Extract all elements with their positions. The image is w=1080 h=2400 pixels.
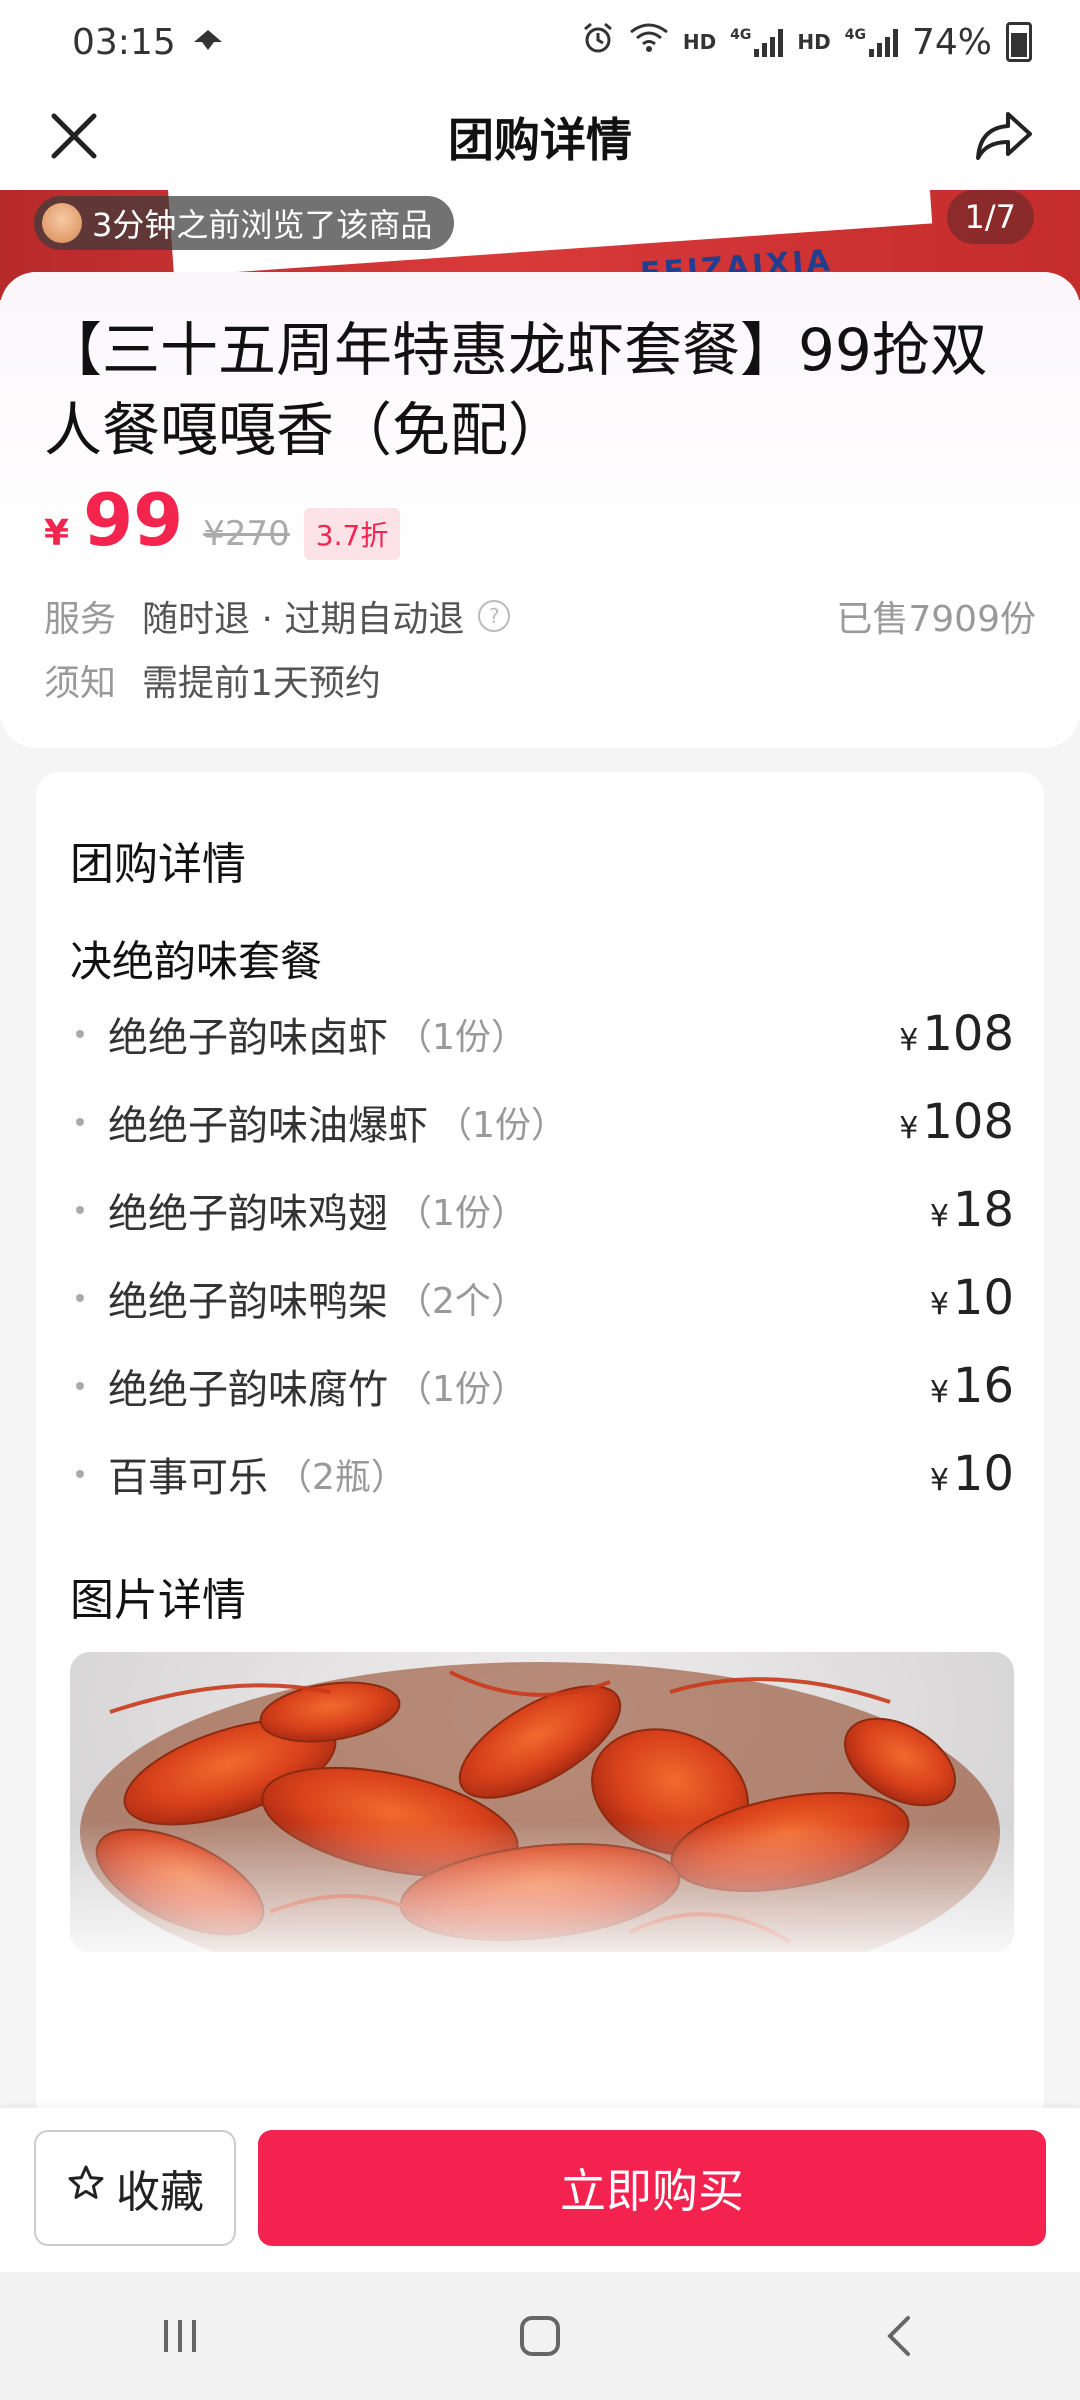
network-label-1: HD xyxy=(682,30,717,54)
list-item: 绝绝子韵味鸭架 （2个） ¥10 xyxy=(70,1268,1014,1328)
package-title: 决绝韵味套餐 xyxy=(70,937,323,986)
product-title: 【三十五周年特惠龙虾套餐】99抢双人餐嘎嘎香（免配） xyxy=(44,316,988,464)
bullet xyxy=(76,1030,84,1038)
item-qty: （2瓶） xyxy=(276,1457,407,1498)
price-row: ¥ 99 ¥270 3.7折 xyxy=(44,478,401,562)
favorite-button[interactable]: 收藏 xyxy=(34,2130,236,2246)
star-icon xyxy=(66,2163,106,2214)
photo-section-title: 图片详情 xyxy=(70,1575,246,1626)
service-row[interactable]: 服务 随时退 · 过期自动退 ? 已售7909份 xyxy=(44,590,1036,642)
wifi-icon xyxy=(629,22,669,63)
item-qty: （2个） xyxy=(396,1281,527,1322)
item-name: 绝绝子韵味卤虾 xyxy=(108,1015,388,1061)
product-info-card: 【三十五周年特惠龙虾套餐】99抢双人餐嘎嘎香（免配） ¥ 99 ¥270 3.7… xyxy=(0,272,1080,748)
status-left: 03:15 xyxy=(72,22,226,63)
system-nav-bar xyxy=(0,2272,1080,2400)
share-icon[interactable] xyxy=(972,106,1036,166)
nav-bar: 团购详情 xyxy=(0,84,1080,190)
status-right: HD 4G HD 4G 74% xyxy=(581,21,1032,64)
recently-viewed-text: 3分钟之前浏览了该商品 xyxy=(92,206,433,244)
item-price: ¥10 xyxy=(930,1270,1014,1326)
network-label-3: HD xyxy=(797,30,831,54)
item-name: 绝绝子韵味鸭架 xyxy=(108,1279,388,1325)
status-bar: 03:15 HD 4G HD 4G 74% xyxy=(0,0,1080,84)
item-name: 百事可乐 xyxy=(108,1455,268,1501)
deal-details-card: 团购详情 决绝韵味套餐 绝绝子韵味卤虾 （1份） ¥108 绝绝子韵味油爆虾 （… xyxy=(36,772,1044,2122)
crawfish-illustration xyxy=(70,1662,1014,1952)
service-label: 服务 xyxy=(44,599,117,640)
battery-icon xyxy=(1006,22,1032,62)
item-price-symbol: ¥ xyxy=(899,1023,919,1058)
item-price-value: 10 xyxy=(952,1446,1014,1502)
item-qty: （1份） xyxy=(396,1017,527,1058)
original-price: ¥270 xyxy=(203,514,290,554)
notice-text: 需提前1天预约 xyxy=(142,663,381,704)
current-price: 99 xyxy=(83,478,184,562)
notice-label: 须知 xyxy=(44,663,117,704)
avatar xyxy=(42,203,82,243)
list-item: 绝绝子韵味鸡翅 （1份） ¥18 xyxy=(70,1180,1014,1240)
item-name: 绝绝子韵味腐竹 xyxy=(108,1367,388,1413)
bottom-action-bar: 收藏 立即购买 xyxy=(0,2108,1080,2272)
signal-icon: 4G xyxy=(730,27,784,57)
recently-viewed-chip: 3分钟之前浏览了该商品 xyxy=(34,196,455,250)
network-label-2: 4G xyxy=(730,27,752,43)
item-price-value: 108 xyxy=(922,1094,1014,1150)
item-qty: （1份） xyxy=(436,1105,567,1146)
section-title: 团购详情 xyxy=(70,839,246,890)
crawfish-photo[interactable] xyxy=(70,1652,1014,1952)
network-label-4: 4G xyxy=(844,27,866,43)
item-qty: （1份） xyxy=(396,1193,527,1234)
item-price-symbol: ¥ xyxy=(929,1375,949,1410)
help-icon[interactable]: ? xyxy=(478,600,511,632)
list-item: 绝绝子韵味油爆虾 （1份） ¥108 xyxy=(70,1092,1014,1152)
status-time: 03:15 xyxy=(72,21,176,63)
discount-badge: 3.7折 xyxy=(303,508,401,560)
recent-apps-icon[interactable] xyxy=(140,2296,220,2376)
item-price: ¥18 xyxy=(930,1182,1014,1238)
item-price: ¥10 xyxy=(930,1446,1014,1502)
item-name: 绝绝子韵味油爆虾 xyxy=(108,1103,428,1149)
notice-row: 须知 需提前1天预约 xyxy=(44,654,381,706)
bullet xyxy=(76,1470,84,1478)
alarm-icon xyxy=(581,21,615,64)
home-icon[interactable] xyxy=(500,2296,580,2376)
list-item: 绝绝子韵味腐竹 （1份） ¥16 xyxy=(70,1356,1014,1416)
favorite-label: 收藏 xyxy=(116,2167,204,2218)
close-icon[interactable] xyxy=(44,106,104,166)
item-price-value: 16 xyxy=(952,1358,1014,1414)
item-price-value: 108 xyxy=(922,1006,1014,1062)
buy-now-button[interactable]: 立即购买 xyxy=(258,2130,1046,2246)
notification-icon xyxy=(190,22,226,63)
image-counter: 1/7 xyxy=(946,190,1034,244)
battery-text: 74% xyxy=(911,21,992,63)
page-title: 团购详情 xyxy=(448,113,632,167)
item-price: ¥108 xyxy=(899,1006,1014,1062)
bullet xyxy=(76,1294,84,1302)
item-price-symbol: ¥ xyxy=(929,1199,949,1234)
item-price-symbol: ¥ xyxy=(899,1111,919,1146)
item-qty: （1份） xyxy=(396,1369,527,1410)
sold-count: 已售7909份 xyxy=(836,599,1036,640)
item-name: 绝绝子韵味鸡翅 xyxy=(108,1191,388,1237)
bullet xyxy=(76,1206,84,1214)
service-text: 随时退 · 过期自动退 xyxy=(142,599,465,640)
bullet xyxy=(76,1118,84,1126)
signal-icon-2: 4G xyxy=(845,27,898,57)
bullet xyxy=(76,1382,84,1390)
price-symbol: ¥ xyxy=(44,513,70,554)
list-item: 百事可乐 （2瓶） ¥10 xyxy=(70,1444,1014,1504)
list-item: 绝绝子韵味卤虾 （1份） ¥108 xyxy=(70,1004,1014,1064)
item-price-value: 18 xyxy=(952,1182,1014,1238)
item-price-symbol: ¥ xyxy=(929,1463,949,1498)
item-price-value: 10 xyxy=(952,1270,1014,1326)
item-price-symbol: ¥ xyxy=(929,1287,949,1322)
item-price: ¥108 xyxy=(899,1094,1014,1150)
back-icon[interactable] xyxy=(860,2296,940,2376)
item-price: ¥16 xyxy=(930,1358,1014,1414)
